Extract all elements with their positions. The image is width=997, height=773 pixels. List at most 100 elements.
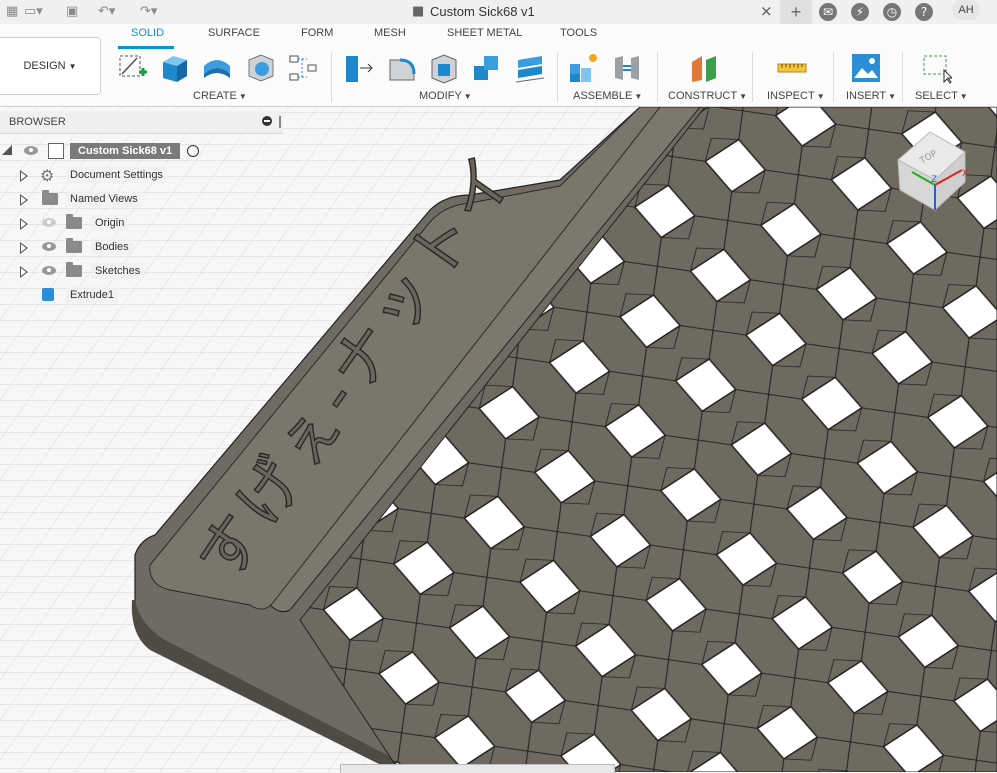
workspace-switcher[interactable]: DESIGN ▼ [0, 37, 101, 95]
folder-icon [66, 262, 82, 277]
job-status-button[interactable]: ⚡ [844, 0, 876, 24]
activate-radio-icon[interactable] [187, 145, 199, 157]
caret-down-icon: ▼ [463, 92, 472, 101]
joint-icon[interactable] [611, 52, 643, 84]
tab-surface[interactable]: SURFACE [208, 27, 260, 39]
create-sketch-icon[interactable] [117, 52, 149, 84]
insert-image-icon[interactable] [850, 52, 882, 84]
help-button[interactable]: ? [908, 0, 940, 24]
ribbon-toolbar: DESIGN ▼ SOLID SURFACE FORM MESH SHEET ME… [0, 24, 997, 107]
help-icon: ? [915, 3, 933, 21]
insert-menu[interactable]: INSERT ▼ [846, 90, 896, 102]
tab-form[interactable]: FORM [301, 27, 333, 39]
grid-menu-icon[interactable]: ▦ [6, 4, 18, 20]
comments-button[interactable]: ✉ [812, 0, 844, 24]
select-menu[interactable]: SELECT ▼ [915, 90, 968, 102]
fillet-icon[interactable] [386, 52, 418, 84]
expand-triangle-icon[interactable] [20, 170, 28, 182]
construct-menu[interactable]: CONSTRUCT ▼ [668, 90, 747, 102]
resize-handle[interactable] [279, 116, 281, 128]
item-label: Extrude1 [66, 287, 119, 303]
caret-down-icon: ▼ [816, 92, 825, 101]
close-tab-icon[interactable]: × [760, 3, 773, 19]
tab-sheet-metal[interactable]: SHEET METAL [447, 27, 522, 39]
workspace-label: DESIGN [23, 60, 66, 72]
expand-triangle-icon[interactable] [20, 266, 28, 278]
split-body-icon[interactable] [514, 52, 546, 84]
browser-title: BROWSER [9, 116, 66, 128]
hidden-eye-icon[interactable] [42, 218, 56, 227]
create-menu[interactable]: CREATE ▼ [193, 90, 247, 102]
document-tab[interactable]: ■ Custom Sick68 v1 × [410, 0, 773, 24]
divider [902, 52, 903, 102]
pattern-icon[interactable] [287, 52, 319, 84]
select-label: SELECT [915, 90, 958, 102]
select-box-icon[interactable] [920, 52, 952, 84]
extrude-icon[interactable] [159, 52, 191, 84]
combine-icon[interactable] [470, 52, 502, 84]
tab-mesh[interactable]: MESH [374, 27, 406, 39]
browser-panel: BROWSER Custom Sick68 v1 ⚙ Document Sett… [0, 111, 283, 307]
visibility-eye-icon[interactable] [24, 146, 38, 155]
measure-icon[interactable] [776, 52, 808, 84]
folder-icon [66, 238, 82, 253]
item-label: Bodies [91, 239, 133, 255]
clock-icon: ◷ [883, 3, 901, 21]
body-icon [42, 288, 54, 301]
visibility-eye-icon[interactable] [42, 242, 56, 251]
construct-label: CONSTRUCT [668, 90, 738, 102]
modify-menu[interactable]: MODIFY ▼ [419, 90, 472, 102]
revolve-icon[interactable] [201, 52, 233, 84]
tab-solid[interactable]: SOLID [131, 27, 164, 39]
assemble-label: ASSEMBLE [573, 90, 633, 102]
new-component-icon[interactable] [567, 52, 599, 84]
tab-tools[interactable]: TOOLS [560, 27, 597, 39]
browser-item-document-settings[interactable]: ⚙ Document Settings [0, 164, 283, 186]
redo-icon[interactable]: ↷▾ [140, 4, 157, 20]
divider [657, 52, 658, 102]
caret-down-icon: ▼ [959, 92, 968, 101]
timeline-item-extrude1[interactable]: Extrude1 [0, 284, 283, 306]
browser-item-bodies[interactable]: Bodies [0, 236, 283, 258]
inspect-label: INSPECT [767, 90, 815, 102]
file-icon[interactable]: ▭▾ [24, 4, 43, 20]
root-component-label: Custom Sick68 v1 [70, 143, 181, 159]
item-label: Origin [91, 215, 129, 231]
save-icon[interactable]: ▣ [66, 4, 78, 20]
title-bar: ▦ ▭▾ ▣ ↶▾ ↷▾ ■ Custom Sick68 v1 × + ✉ ⚡ … [0, 0, 997, 25]
shell-icon[interactable] [428, 52, 460, 84]
z-axis-label: Z [931, 175, 937, 185]
item-label: Named Views [66, 191, 142, 207]
press-pull-icon[interactable] [342, 52, 374, 84]
offset-plane-icon[interactable] [688, 52, 720, 84]
hole-icon[interactable] [245, 52, 277, 84]
modify-label: MODIFY [419, 90, 462, 102]
user-avatar[interactable]: AH [952, 0, 980, 20]
new-tab-button[interactable]: + [780, 0, 812, 24]
assemble-menu[interactable]: ASSEMBLE ▼ [573, 90, 642, 102]
browser-item-named-views[interactable]: Named Views [0, 188, 283, 210]
visibility-eye-icon[interactable] [42, 266, 56, 275]
collapse-icon[interactable] [262, 116, 272, 126]
expand-triangle-icon[interactable] [20, 242, 28, 254]
active-tab-indicator [118, 46, 174, 49]
expand-triangle-icon[interactable] [20, 194, 28, 206]
browser-root-item[interactable]: Custom Sick68 v1 [0, 140, 283, 162]
divider [833, 52, 834, 102]
undo-icon[interactable]: ↶▾ [98, 4, 115, 20]
divider [752, 52, 753, 102]
expand-triangle-icon[interactable] [2, 145, 12, 155]
browser-item-sketches[interactable]: Sketches [0, 260, 283, 282]
caret-down-icon: ▼ [68, 61, 77, 71]
caret-down-icon: ▼ [634, 92, 643, 101]
expand-triangle-icon[interactable] [20, 218, 28, 230]
divider [331, 52, 332, 102]
document-cube-icon: ■ [412, 4, 425, 19]
history-button[interactable]: ◷ [876, 0, 908, 24]
browser-item-origin[interactable]: Origin [0, 212, 283, 234]
inspect-menu[interactable]: INSPECT ▼ [767, 90, 825, 102]
create-label: CREATE [193, 90, 237, 102]
gear-icon: ⚙ [40, 166, 55, 185]
folder-icon [42, 190, 58, 205]
plus-icon: + [790, 1, 802, 22]
